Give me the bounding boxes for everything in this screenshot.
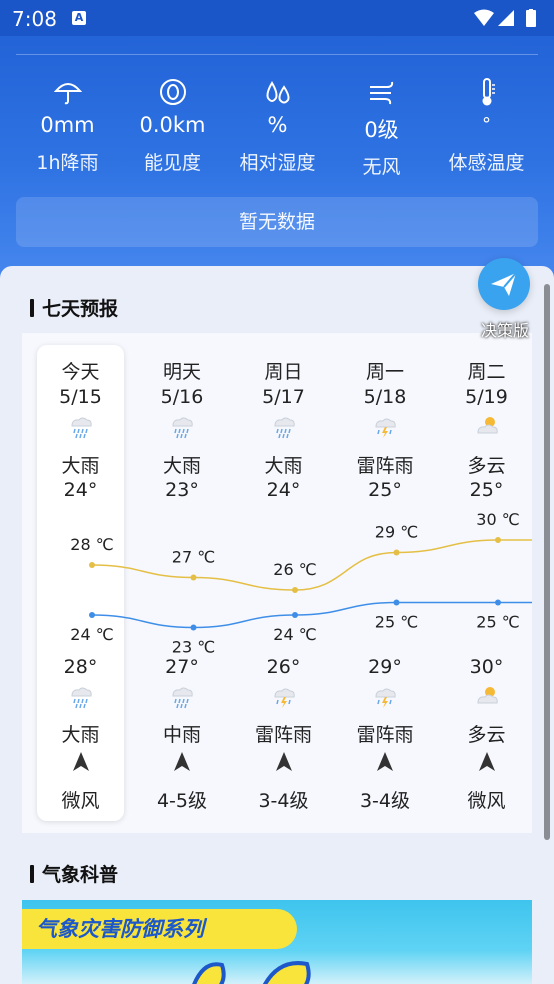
- temperature-chart: 28 ℃ 24 ℃ 27 ℃ 23 ℃ 26 ℃ 24 ℃ 29 ℃ 25 ℃ 30 ℃ 25 ℃: [70, 510, 532, 657]
- low-temp-line-point: [292, 612, 298, 618]
- stat-humidity: % 相对湿度: [225, 74, 330, 175]
- high-temp-label: 28 ℃: [70, 535, 113, 554]
- droplets-icon: [266, 81, 289, 104]
- rain-value: 0mm: [40, 113, 95, 137]
- science-title-text: 气象科普: [42, 864, 119, 886]
- decision-version-button[interactable]: [478, 258, 530, 310]
- wind-icon: [369, 81, 393, 105]
- low-temp-label: 25 ℃: [476, 613, 519, 632]
- thermometer-icon: [482, 78, 495, 106]
- feels-like-value: °: [482, 114, 491, 135]
- stat-rain: 0mm 1h降雨: [15, 74, 120, 175]
- signal-icon: [498, 10, 514, 26]
- low-temp-line-point: [393, 599, 400, 606]
- low-temp-line-point: [89, 612, 95, 618]
- visibility-value: 0.0km: [139, 113, 206, 137]
- high-temp-label: 29 ℃: [375, 523, 418, 542]
- humidity-value: %: [267, 113, 288, 137]
- high-temp-line-point: [393, 549, 400, 556]
- wind-value: 0级: [364, 118, 399, 142]
- wind-label: 无风: [362, 156, 401, 178]
- paper-plane-icon: [491, 272, 517, 296]
- alert-no-data[interactable]: 暂无数据: [16, 197, 538, 247]
- system-icons: [474, 8, 544, 33]
- low-temp-label: 24 ℃: [70, 625, 113, 644]
- wifi-icon: [474, 8, 536, 27]
- status-time: 7:08: [12, 7, 57, 31]
- banner-illustration: [192, 961, 311, 984]
- low-temp-label: 25 ℃: [375, 613, 418, 632]
- a-icon: A: [72, 11, 86, 25]
- high-temp-line-point: [190, 574, 197, 581]
- rain-label: 1h降雨: [36, 152, 99, 174]
- humidity-label: 相对湿度: [239, 152, 316, 174]
- stat-visibility: 0.0km 能见度: [120, 74, 225, 175]
- high-temp-line-point: [89, 562, 95, 568]
- science-title: 气象科普: [30, 860, 118, 887]
- high-temp-label: 30 ℃: [476, 510, 519, 529]
- decision-version-label[interactable]: 决策版: [470, 317, 540, 341]
- forecast-title-text: 七天预报: [42, 298, 119, 320]
- current-conditions: 0mm 1h降雨 0.0km 能见度 % 相对湿度 0级 无风 ° 体感温度: [0, 74, 554, 194]
- forecast-title: 七天预报: [30, 294, 118, 321]
- title-bar: [30, 299, 34, 317]
- low-temp-line-point: [495, 599, 501, 606]
- status-bar: 7:08 A: [0, 0, 554, 36]
- low-temp-line-point: [190, 624, 197, 631]
- high-temp-label: 26 ℃: [273, 560, 316, 579]
- feels-like-label: 体感温度: [448, 152, 525, 174]
- science-banner[interactable]: 气象灾害防御系列: [22, 900, 532, 984]
- umbrella-icon: [53, 83, 82, 105]
- low-temp-line: [91, 601, 532, 629]
- low-temp-label: 24 ℃: [273, 625, 316, 644]
- visibility-label: 能见度: [143, 152, 201, 174]
- battery-icon: [526, 10, 536, 27]
- stat-wind: 0级 无风: [329, 74, 434, 179]
- high-temp-line-point: [292, 587, 298, 593]
- eye-icon: [159, 79, 186, 105]
- seven-day-forecast[interactable]: 今天 5/15 大雨 24° 28° 大雨 微风 明天 5/16 大雨 23° 27° 中雨 4-5级 周日…: [22, 333, 532, 833]
- stat-feels-like: ° 体感温度: [434, 74, 539, 175]
- high-temp-line-point: [495, 537, 501, 543]
- scrollbar[interactable]: [544, 284, 550, 840]
- title-bar: [30, 865, 34, 883]
- banner-title: 气象灾害防御系列: [22, 909, 297, 949]
- low-temp-label: 23 ℃: [172, 638, 215, 657]
- header-divider: [16, 54, 538, 55]
- high-temp-label: 27 ℃: [172, 548, 215, 567]
